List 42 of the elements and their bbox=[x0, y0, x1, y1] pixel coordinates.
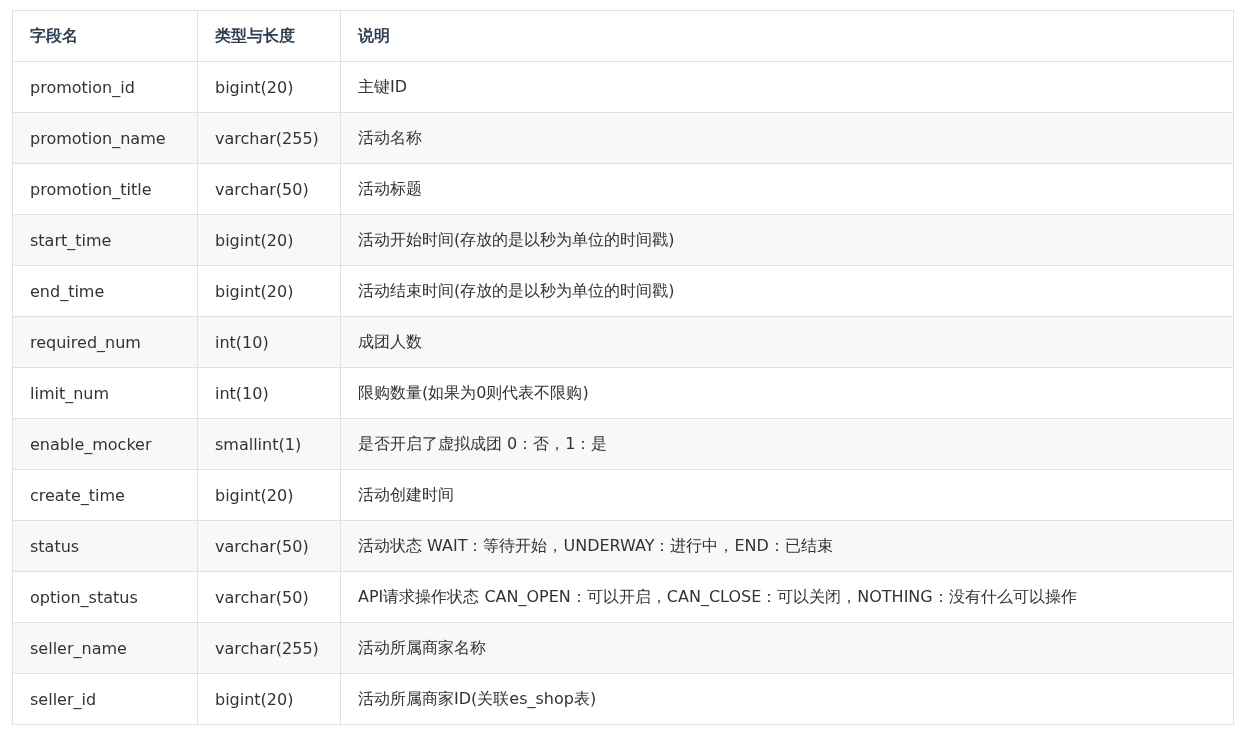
table-cell: 活动所属商家名称 bbox=[340, 622, 1234, 674]
table-cell: bigint(20) bbox=[197, 214, 341, 266]
column-header: 类型与长度 bbox=[197, 10, 341, 62]
table-cell: 活动标题 bbox=[340, 163, 1234, 215]
table-cell: varchar(255) bbox=[197, 112, 341, 164]
table-cell: bigint(20) bbox=[197, 673, 341, 725]
column-header: 字段名 bbox=[12, 10, 198, 62]
table-cell: required_num bbox=[12, 316, 198, 368]
table-cell: bigint(20) bbox=[197, 61, 341, 113]
table-cell: 活动名称 bbox=[340, 112, 1234, 164]
table-cell: option_status bbox=[12, 571, 198, 623]
table-cell: int(10) bbox=[197, 367, 341, 419]
table-cell: varchar(255) bbox=[197, 622, 341, 674]
table-cell: 是否开启了虚拟成团 0：否，1：是 bbox=[340, 418, 1234, 470]
table-cell: enable_mocker bbox=[12, 418, 198, 470]
table-cell: seller_id bbox=[12, 673, 198, 725]
table-cell: promotion_id bbox=[12, 61, 198, 113]
table-cell: 限购数量(如果为0则代表不限购) bbox=[340, 367, 1234, 419]
table-cell: API请求操作状态 CAN_OPEN：可以开启，CAN_CLOSE：可以关闭，NOTHING：没有什么可以操作 bbox=[340, 571, 1234, 623]
table-cell: promotion_title bbox=[12, 163, 198, 215]
table-cell: 活动结束时间(存放的是以秒为单位的时间戳) bbox=[340, 265, 1234, 317]
table-cell: 成团人数 bbox=[340, 316, 1234, 368]
table-cell: 活动开始时间(存放的是以秒为单位的时间戳) bbox=[340, 214, 1234, 266]
table-cell: 活动所属商家ID(关联es_shop表) bbox=[340, 673, 1234, 725]
table-cell: varchar(50) bbox=[197, 571, 341, 623]
table-cell: 主键ID bbox=[340, 61, 1234, 113]
table-cell: smallint(1) bbox=[197, 418, 341, 470]
table-cell: varchar(50) bbox=[197, 163, 341, 215]
table-cell: status bbox=[12, 520, 198, 572]
table-cell: 活动状态 WAIT：等待开始，UNDERWAY：进行中，END：已结束 bbox=[340, 520, 1234, 572]
table-cell: varchar(50) bbox=[197, 520, 341, 572]
table-cell: promotion_name bbox=[12, 112, 198, 164]
table-cell: start_time bbox=[12, 214, 198, 266]
table-cell: create_time bbox=[12, 469, 198, 521]
table-cell: int(10) bbox=[197, 316, 341, 368]
table-cell: seller_name bbox=[12, 622, 198, 674]
table-cell: 活动创建时间 bbox=[340, 469, 1234, 521]
table-cell: end_time bbox=[12, 265, 198, 317]
table-cell: bigint(20) bbox=[197, 469, 341, 521]
table-cell: limit_num bbox=[12, 367, 198, 419]
column-header: 说明 bbox=[340, 10, 1234, 62]
table-cell: bigint(20) bbox=[197, 265, 341, 317]
